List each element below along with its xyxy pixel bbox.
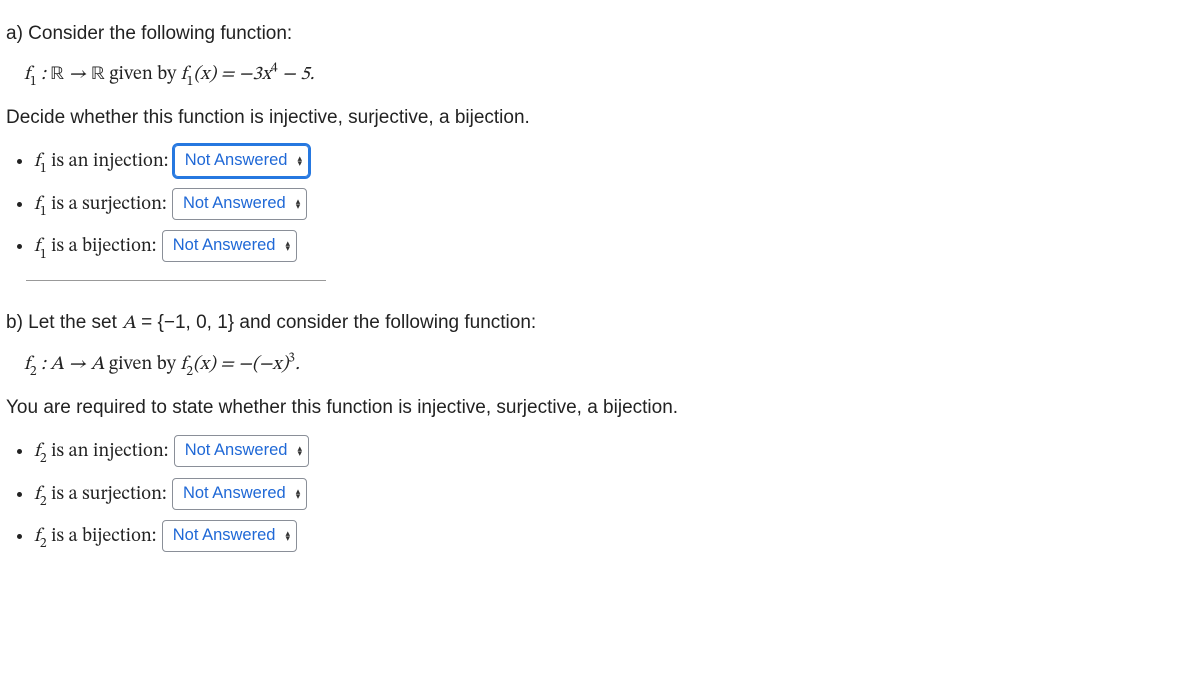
part-b-task: You are required to state whether this f… bbox=[6, 394, 1194, 422]
answer-select[interactable]: Not Answered ▴▾ bbox=[172, 188, 307, 220]
part-b-definition: f2 : A → A given by f2(x) = −(−x)3. bbox=[24, 355, 300, 374]
answer-select-value: Not Answered bbox=[183, 482, 286, 506]
chevron-updown-icon: ▴▾ bbox=[285, 531, 290, 541]
answer-select-value: Not Answered bbox=[173, 234, 276, 258]
list-item: f1 is an injection: Not Answered ▴▾ bbox=[34, 145, 1194, 179]
answer-select-value: Not Answered bbox=[183, 192, 286, 216]
question-label: f2 is an injection: bbox=[34, 442, 168, 461]
part-b-intro: b) Let the set A = {−1, 0, 1} and consid… bbox=[6, 309, 1194, 338]
part-b-list: f2 is an injection: Not Answered▴▾f2 is … bbox=[6, 435, 1194, 554]
list-item: f2 is a bijection: Not Answered ▴▾ bbox=[34, 520, 1194, 554]
question-label: f1 is an injection: bbox=[34, 152, 168, 171]
list-item: f1 is a bijection: Not Answered ▴▾ bbox=[34, 230, 1194, 264]
chevron-updown-icon: ▴▾ bbox=[285, 241, 290, 251]
question-label: f2 is a bijection: bbox=[34, 527, 156, 546]
part-a-definition: f1 : ℝ → ℝ given by f1(x) = −3x4 − 5. bbox=[24, 65, 314, 84]
answer-select[interactable]: Not Answered ▴▾ bbox=[174, 145, 309, 177]
part-a-intro: a) Consider the following function: bbox=[6, 20, 1194, 48]
answer-select[interactable]: Not Answered ▴▾ bbox=[174, 435, 309, 467]
answer-select-value: Not Answered bbox=[185, 439, 288, 463]
question-label: f1 is a surjection: bbox=[34, 195, 167, 214]
chevron-updown-icon: ▴▾ bbox=[296, 199, 301, 209]
answer-select[interactable]: Not Answered ▴▾ bbox=[162, 520, 297, 552]
chevron-updown-icon: ▴▾ bbox=[297, 156, 302, 166]
question-label: f2 is a surjection: bbox=[34, 485, 167, 504]
list-item: f2 is a surjection: Not Answered ▴▾ bbox=[34, 478, 1194, 512]
question-label: f1 is a bijection: bbox=[34, 237, 156, 256]
chevron-updown-icon: ▴▾ bbox=[296, 489, 301, 499]
part-a-list: f1 is an injection: Not Answered▴▾f1 is … bbox=[6, 145, 1194, 264]
list-item: f2 is an injection: Not Answered ▴▾ bbox=[34, 435, 1194, 469]
answer-select-value: Not Answered bbox=[185, 149, 288, 173]
part-a-task: Decide whether this function is injectiv… bbox=[6, 104, 1194, 132]
answer-select-value: Not Answered bbox=[173, 524, 276, 548]
list-item: f1 is a surjection: Not Answered ▴▾ bbox=[34, 188, 1194, 222]
answer-select[interactable]: Not Answered ▴▾ bbox=[162, 230, 297, 262]
answer-select[interactable]: Not Answered ▴▾ bbox=[172, 478, 307, 510]
divider bbox=[26, 280, 326, 281]
chevron-updown-icon: ▴▾ bbox=[297, 446, 302, 456]
